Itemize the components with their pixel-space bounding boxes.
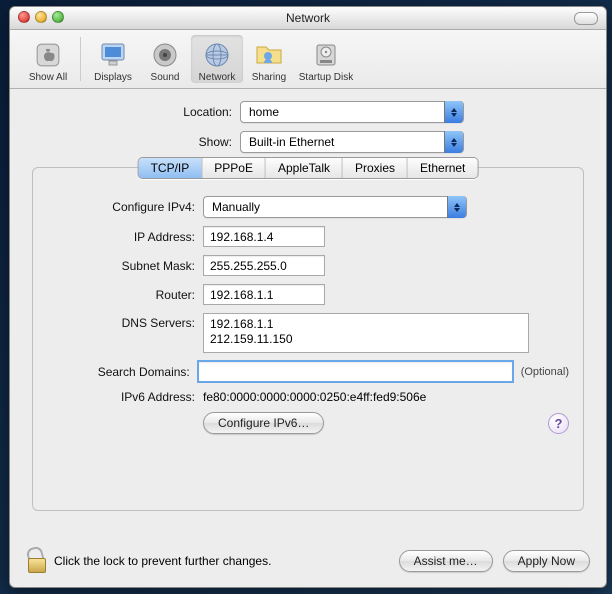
- chevron-updown-icon: [444, 131, 463, 153]
- subnet-mask-field[interactable]: [203, 255, 325, 276]
- toolbar-item-show-all[interactable]: Show All: [22, 35, 74, 83]
- tab-proxies[interactable]: Proxies: [343, 158, 408, 178]
- footer: Click the lock to prevent further change…: [10, 541, 606, 587]
- ipv6-address-value: fe80:0000:0000:0000:0250:e4ff:fed9:506e: [203, 390, 426, 404]
- network-preferences-window: Network Show All Displays Sound: [9, 6, 607, 588]
- unlock-icon[interactable]: [26, 549, 46, 573]
- settings-group: TCP/IP PPPoE AppleTalk Proxies Ethernet …: [32, 167, 584, 511]
- dns-servers-label: DNS Servers:: [47, 313, 203, 330]
- dns-servers-field[interactable]: 192.168.1.1 212.159.11.150: [203, 313, 529, 353]
- toolbar-toggle-pill[interactable]: [574, 12, 598, 25]
- tab-ethernet[interactable]: Ethernet: [408, 158, 477, 178]
- tab-pppoe[interactable]: PPPoE: [202, 158, 266, 178]
- minimize-icon[interactable]: [35, 11, 47, 23]
- optional-label: (Optional): [521, 366, 569, 378]
- ip-address-field[interactable]: [203, 226, 325, 247]
- location-select[interactable]: home: [240, 101, 464, 123]
- apply-now-button[interactable]: Apply Now: [503, 550, 590, 572]
- toolbar-item-network[interactable]: Network: [191, 35, 243, 83]
- toolbar-item-sharing[interactable]: Sharing: [243, 35, 295, 83]
- chevron-updown-icon: [447, 196, 466, 218]
- router-field[interactable]: [203, 284, 325, 305]
- search-domains-field[interactable]: [198, 361, 513, 382]
- toolbar-item-startup-disk[interactable]: Startup Disk: [295, 35, 357, 83]
- folder-icon: [253, 39, 285, 71]
- tab-tcpip[interactable]: TCP/IP: [139, 158, 203, 178]
- titlebar[interactable]: Network: [10, 7, 606, 30]
- location-label: Location:: [32, 105, 240, 119]
- window-title: Network: [286, 11, 330, 25]
- globe-icon: [201, 39, 233, 71]
- configure-ipv6-button[interactable]: Configure IPv6…: [203, 412, 324, 434]
- show-label: Show:: [32, 135, 240, 149]
- router-label: Router:: [47, 288, 203, 302]
- show-select[interactable]: Built-in Ethernet: [240, 131, 464, 153]
- zoom-icon[interactable]: [52, 11, 64, 23]
- tab-appletalk[interactable]: AppleTalk: [266, 158, 343, 178]
- configure-ipv4-select[interactable]: Manually: [203, 196, 467, 218]
- help-button[interactable]: ?: [548, 413, 569, 434]
- display-icon: [97, 39, 129, 71]
- harddisk-icon: [310, 39, 342, 71]
- close-icon[interactable]: [18, 11, 30, 23]
- ipv6-address-label: IPv6 Address:: [47, 390, 203, 404]
- toolbar-item-displays[interactable]: Displays: [87, 35, 139, 83]
- apple-logo-icon: [32, 39, 64, 71]
- tab-bar: TCP/IP PPPoE AppleTalk Proxies Ethernet: [138, 157, 479, 179]
- toolbar: Show All Displays Sound Network Sharing: [10, 30, 606, 89]
- search-domains-label: Search Domains:: [47, 365, 198, 379]
- traffic-lights: [18, 11, 64, 23]
- speaker-icon: [149, 39, 181, 71]
- ip-address-label: IP Address:: [47, 230, 203, 244]
- chevron-updown-icon: [444, 101, 463, 123]
- toolbar-item-sound[interactable]: Sound: [139, 35, 191, 83]
- subnet-mask-label: Subnet Mask:: [47, 259, 203, 273]
- assist-me-button[interactable]: Assist me…: [399, 550, 493, 572]
- configure-ipv4-label: Configure IPv4:: [47, 200, 203, 214]
- lock-text: Click the lock to prevent further change…: [54, 554, 271, 568]
